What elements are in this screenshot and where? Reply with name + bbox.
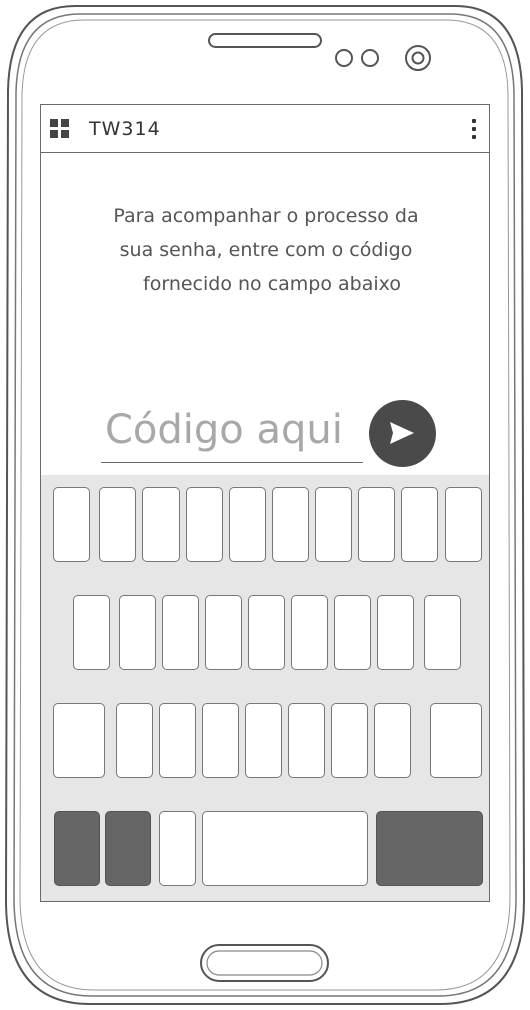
keyboard-key[interactable] [245, 703, 282, 778]
keyboard-key[interactable] [334, 595, 371, 670]
instruction-line: fornecido no campo abaixo [143, 273, 401, 295]
keyboard-key[interactable] [445, 487, 482, 562]
keyboard-key[interactable] [53, 487, 90, 562]
keyboard-key[interactable] [430, 703, 482, 778]
keyboard-key[interactable] [142, 487, 180, 562]
on-screen-keyboard [41, 475, 489, 901]
instruction-line: sua senha, entre com o código [119, 239, 413, 261]
apps-grid-icon[interactable] [50, 119, 70, 139]
keyboard-key[interactable] [288, 703, 325, 778]
keyboard-key[interactable] [229, 487, 266, 562]
keyboard-key[interactable] [358, 487, 395, 562]
send-button[interactable] [369, 400, 436, 467]
keyboard-key-enter[interactable] [376, 811, 483, 886]
speaker-grille [208, 33, 322, 48]
keyboard-key[interactable] [331, 703, 368, 778]
keyboard-key[interactable] [401, 487, 438, 562]
keyboard-key[interactable] [315, 487, 352, 562]
keyboard-key-comma[interactable] [159, 811, 196, 886]
instruction-line: Para acompanhar o processo da [113, 205, 419, 227]
keyboard-key[interactable] [248, 595, 285, 670]
send-icon [390, 422, 414, 444]
keyboard-key[interactable] [424, 595, 461, 670]
keyboard-key[interactable] [99, 487, 136, 562]
sensor-dot-1 [335, 49, 353, 67]
keyboard-key[interactable] [377, 595, 414, 670]
keyboard-key[interactable] [53, 703, 105, 778]
keyboard-key[interactable] [205, 595, 242, 670]
keyboard-key-symbols[interactable] [105, 811, 151, 886]
keyboard-key[interactable] [116, 703, 153, 778]
sensor-dot-2 [361, 49, 379, 67]
keyboard-key[interactable] [202, 703, 239, 778]
keyboard-key[interactable] [119, 595, 156, 670]
keyboard-key-shift[interactable] [54, 811, 100, 886]
keyboard-key[interactable] [73, 595, 110, 670]
more-vert-icon[interactable] [471, 119, 477, 141]
phone-screen: TW314 Para acompanhar o processo da sua … [40, 104, 490, 902]
app-bar: TW314 [41, 105, 489, 153]
keyboard-key[interactable] [291, 595, 328, 670]
keyboard-key[interactable] [162, 595, 199, 670]
keyboard-key[interactable] [186, 487, 223, 562]
keyboard-key[interactable] [159, 703, 196, 778]
keyboard-key-space[interactable] [202, 811, 368, 886]
keyboard-key[interactable] [272, 487, 309, 562]
keyboard-key[interactable] [374, 703, 411, 778]
instruction-text: Para acompanhar o processo da sua senha,… [61, 199, 471, 301]
code-input[interactable] [101, 397, 363, 463]
app-title: TW314 [89, 118, 161, 140]
